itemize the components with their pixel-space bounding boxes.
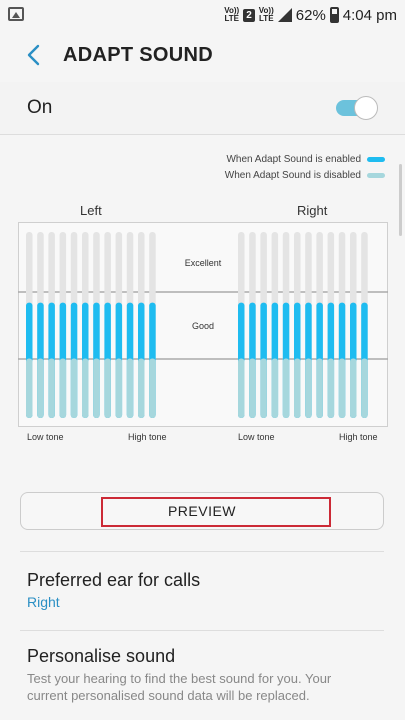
legend-disabled: When Adapt Sound is disabled [225,167,385,183]
bar-disabled [238,358,245,418]
bar-disabled [93,358,100,418]
divider [20,630,384,631]
chevron-left-icon [27,44,40,66]
battery-percent: 62% [295,6,326,24]
volte-2-icon: Vo)) LTE [258,6,274,23]
app-bar: ADAPT SOUND [0,30,405,80]
right-low-tone-label: Low tone [238,432,275,442]
toggle-knob [354,96,378,120]
preview-label: PREVIEW [167,503,237,519]
bar-disabled [126,358,134,418]
bar-disabled [260,358,267,418]
status-icons: Vo)) LTE 2 Vo)) LTE 62% 4:04 pm [224,5,397,25]
bar-disabled [305,358,312,418]
bar-disabled [138,358,145,418]
master-toggle[interactable] [334,95,378,121]
master-switch-label: On [27,97,53,118]
bar-disabled [82,358,89,418]
bar-disabled [350,358,357,418]
bar-disabled [104,358,111,418]
left-panel-label: Left [80,203,102,218]
right-panel-label: Right [297,203,328,218]
legend: When Adapt Sound is enabled When Adapt S… [225,151,385,183]
volte-icon: Vo)) LTE [224,6,240,23]
preferred-ear-value: Right [27,594,60,610]
battery-icon [329,7,339,23]
legend-enabled-swatch [367,156,385,162]
bar-disabled [338,358,346,418]
bar-disabled [48,358,55,418]
left-high-tone-label: High tone [128,432,167,442]
scrollbar[interactable] [399,164,402,236]
preferred-ear-title: Preferred ear for calls [27,570,201,590]
hearing-chart: Excellent Good [18,222,388,427]
legend-disabled-swatch [367,172,385,178]
level-label-excellent: Excellent [185,258,222,268]
bar-disabled [294,358,301,418]
bar-disabled [249,358,256,418]
bar-disabled [115,358,123,418]
page-title: ADAPT SOUND [63,44,213,66]
sim-slot-badge: 2 [243,8,255,22]
preferred-ear-setting[interactable]: Preferred ear for calls Right [27,570,200,610]
personalise-sound-setting[interactable]: Personalise sound Test your hearing to f… [27,646,367,704]
bar-disabled [271,358,279,418]
legend-enabled-label: When Adapt Sound is enabled [226,153,361,165]
bar-disabled [59,358,67,418]
legend-enabled: When Adapt Sound is enabled [225,151,385,167]
master-switch-row[interactable]: On [0,82,405,135]
personalise-description: Test your hearing to find the best sound… [27,671,332,703]
bar-disabled [282,358,290,418]
signal-icon [277,8,292,22]
status-bar: Vo)) LTE 2 Vo)) LTE 62% 4:04 pm [0,0,405,30]
divider [20,551,384,552]
bar-disabled [361,358,368,418]
back-button[interactable] [22,42,48,68]
bar-disabled [70,358,78,418]
level-label-good: Good [192,321,214,331]
bar-disabled [149,358,156,418]
bar-disabled [37,358,44,418]
clock: 4:04 pm [342,6,397,24]
right-high-tone-label: High tone [339,432,378,442]
left-low-tone-label: Low tone [27,432,64,442]
bar-disabled [26,358,33,418]
bar-disabled [316,358,323,418]
preview-button[interactable]: PREVIEW [20,492,384,530]
legend-disabled-label: When Adapt Sound is disabled [224,169,361,181]
gallery-icon [8,7,24,21]
personalise-title: Personalise sound [27,646,176,666]
bar-disabled [327,358,335,418]
